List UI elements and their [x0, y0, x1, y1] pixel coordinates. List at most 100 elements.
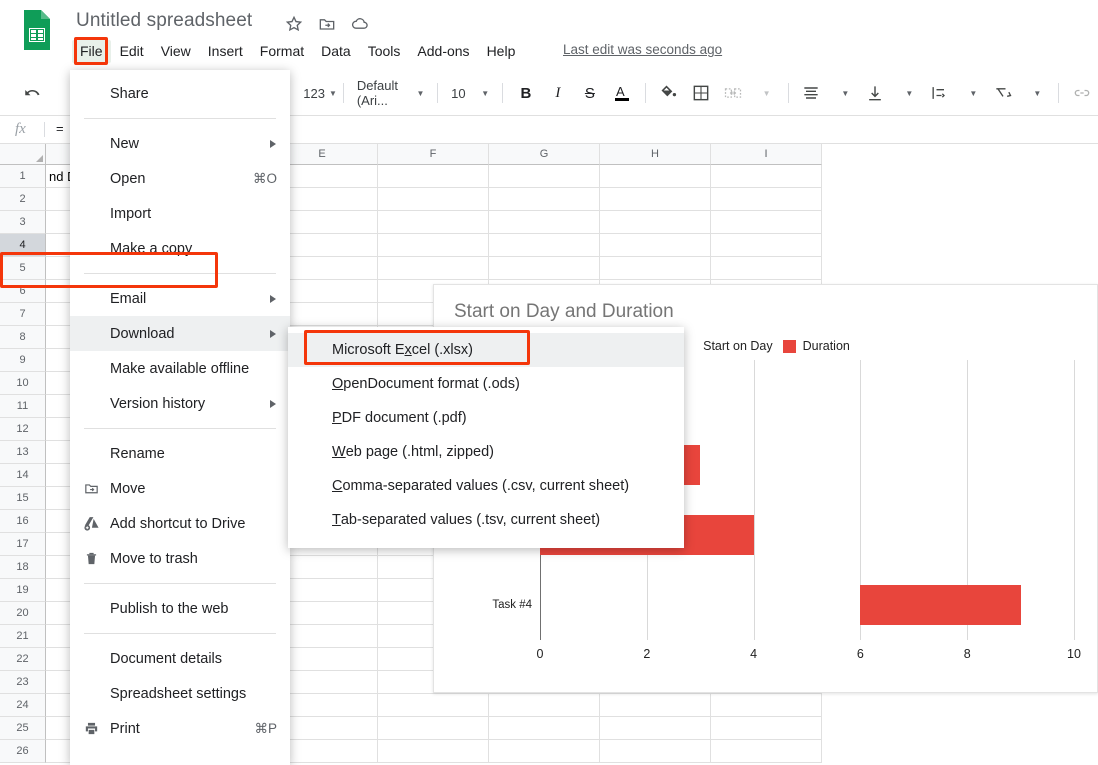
menu-tools[interactable]: Tools — [360, 40, 409, 63]
row-header-7[interactable]: 7 — [0, 303, 46, 326]
file-menu-item-make-a-copy[interactable]: Make a copy — [70, 231, 290, 266]
row-header-5[interactable]: 5 — [0, 257, 46, 280]
column-header-I[interactable]: I — [711, 144, 822, 165]
cell-I24[interactable] — [711, 694, 822, 716]
more-formats-button[interactable]: 123 ▼ — [305, 78, 335, 108]
cell-H24[interactable] — [600, 694, 711, 716]
file-menu-item-move-to-trash[interactable]: Move to trash — [70, 541, 290, 576]
bar-task-4[interactable] — [860, 585, 1020, 625]
row-header-1[interactable]: 1 — [0, 165, 46, 188]
download-option-web-page-html-zipped[interactable]: Web page (.html, zipped) — [288, 435, 684, 469]
cell-I2[interactable] — [711, 188, 822, 210]
row-header-19[interactable]: 19 — [0, 579, 46, 602]
cloud-saved-icon[interactable] — [350, 14, 370, 34]
file-menu-item-document-details[interactable]: Document details — [70, 641, 290, 676]
cell-I5[interactable] — [711, 257, 822, 279]
download-option-opendocument-format-ods[interactable]: OpenDocument format (.ods) — [288, 367, 684, 401]
menu-insert[interactable]: Insert — [200, 40, 251, 63]
cell-F3[interactable] — [378, 211, 489, 233]
row-header-21[interactable]: 21 — [0, 625, 46, 648]
fill-color-button[interactable] — [654, 78, 684, 108]
row-header-23[interactable]: 23 — [0, 671, 46, 694]
formula-input[interactable]: = — [56, 121, 64, 136]
file-menu-item-make-available-offline[interactable]: Make available offline — [70, 351, 290, 386]
cell-G4[interactable] — [489, 234, 600, 256]
row-header-3[interactable]: 3 — [0, 211, 46, 234]
move-to-folder-icon[interactable] — [317, 14, 337, 34]
text-wrapping-dropdown[interactable]: ▼ — [956, 78, 986, 108]
menu-help[interactable]: Help — [479, 40, 524, 63]
legend-item-start-on-day[interactable]: Start on Day — [683, 339, 772, 353]
cell-H2[interactable] — [600, 188, 711, 210]
last-edit-status[interactable]: Last edit was seconds ago — [563, 42, 722, 57]
cell-G2[interactable] — [489, 188, 600, 210]
text-rotation-dropdown[interactable]: ▼ — [1020, 78, 1050, 108]
cell-G5[interactable] — [489, 257, 600, 279]
cell-I25[interactable] — [711, 717, 822, 739]
row-header-25[interactable]: 25 — [0, 717, 46, 740]
borders-button[interactable] — [686, 78, 716, 108]
download-option-pdf-document-pdf[interactable]: PDF document (.pdf) — [288, 401, 684, 435]
column-header-G[interactable]: G — [489, 144, 600, 165]
row-header-10[interactable]: 10 — [0, 372, 46, 395]
file-menu-item-new[interactable]: New — [70, 126, 290, 161]
cell-G25[interactable] — [489, 717, 600, 739]
legend-item-duration[interactable]: Duration — [783, 339, 850, 353]
cell-I1[interactable] — [711, 165, 822, 187]
document-title[interactable]: Untitled spreadsheet — [76, 10, 252, 32]
cell-H3[interactable] — [600, 211, 711, 233]
vertical-align-button[interactable] — [860, 78, 890, 108]
cell-I4[interactable] — [711, 234, 822, 256]
row-header-16[interactable]: 16 — [0, 510, 46, 533]
file-menu-item-add-shortcut-to-drive[interactable]: Add shortcut to Drive — [70, 506, 290, 541]
file-menu-item-import[interactable]: Import — [70, 196, 290, 231]
row-header-2[interactable]: 2 — [0, 188, 46, 211]
font-family-select[interactable]: Default (Ari... ▼ — [351, 79, 431, 107]
row-header-11[interactable]: 11 — [0, 395, 46, 418]
file-menu-item-version-history[interactable]: Version history — [70, 386, 290, 421]
menu-format[interactable]: Format — [252, 40, 312, 63]
row-header-4[interactable]: 4 — [0, 234, 46, 257]
cell-G24[interactable] — [489, 694, 600, 716]
insert-link-button[interactable] — [1067, 78, 1097, 108]
star-icon[interactable] — [284, 14, 304, 34]
file-menu-item-publish-to-the-web[interactable]: Publish to the web — [70, 591, 290, 626]
row-header-26[interactable]: 26 — [0, 740, 46, 763]
file-menu-item-open[interactable]: Open⌘O — [70, 161, 290, 196]
file-menu-item-rename[interactable]: Rename — [70, 436, 290, 471]
row-header-14[interactable]: 14 — [0, 464, 46, 487]
cell-H26[interactable] — [600, 740, 711, 762]
download-option-tab-separated-values-tsv-current-sheet[interactable]: Tab-separated values (.tsv, current shee… — [288, 503, 684, 537]
cell-H25[interactable] — [600, 717, 711, 739]
file-menu-item-email[interactable]: Email — [70, 281, 290, 316]
font-size-select[interactable]: 10 ▼ — [445, 79, 495, 107]
column-header-F[interactable]: F — [378, 144, 489, 165]
row-header-18[interactable]: 18 — [0, 556, 46, 579]
cell-H5[interactable] — [600, 257, 711, 279]
cell-F24[interactable] — [378, 694, 489, 716]
horizontal-align-button[interactable] — [796, 78, 826, 108]
cell-G1[interactable] — [489, 165, 600, 187]
select-all-corner[interactable] — [0, 144, 46, 165]
cell-F2[interactable] — [378, 188, 489, 210]
cell-F25[interactable] — [378, 717, 489, 739]
file-menu-item-print[interactable]: Print⌘P — [70, 711, 290, 746]
menu-edit[interactable]: Edit — [112, 40, 152, 63]
text-rotation-button[interactable] — [988, 78, 1018, 108]
file-menu-item-move[interactable]: Move — [70, 471, 290, 506]
row-header-20[interactable]: 20 — [0, 602, 46, 625]
row-header-12[interactable]: 12 — [0, 418, 46, 441]
menu-view[interactable]: View — [153, 40, 199, 63]
horizontal-align-dropdown[interactable]: ▼ — [828, 78, 858, 108]
menu-add-ons[interactable]: Add-ons — [409, 40, 477, 63]
download-option-comma-separated-values-csv-current-sheet[interactable]: Comma-separated values (.csv, current sh… — [288, 469, 684, 503]
cell-F26[interactable] — [378, 740, 489, 762]
row-header-9[interactable]: 9 — [0, 349, 46, 372]
bold-button[interactable]: B — [511, 78, 541, 108]
file-menu-item-download[interactable]: Download — [70, 316, 290, 351]
row-header-13[interactable]: 13 — [0, 441, 46, 464]
menu-file[interactable]: File — [72, 40, 111, 63]
cell-G3[interactable] — [489, 211, 600, 233]
cell-H1[interactable] — [600, 165, 711, 187]
row-header-24[interactable]: 24 — [0, 694, 46, 717]
